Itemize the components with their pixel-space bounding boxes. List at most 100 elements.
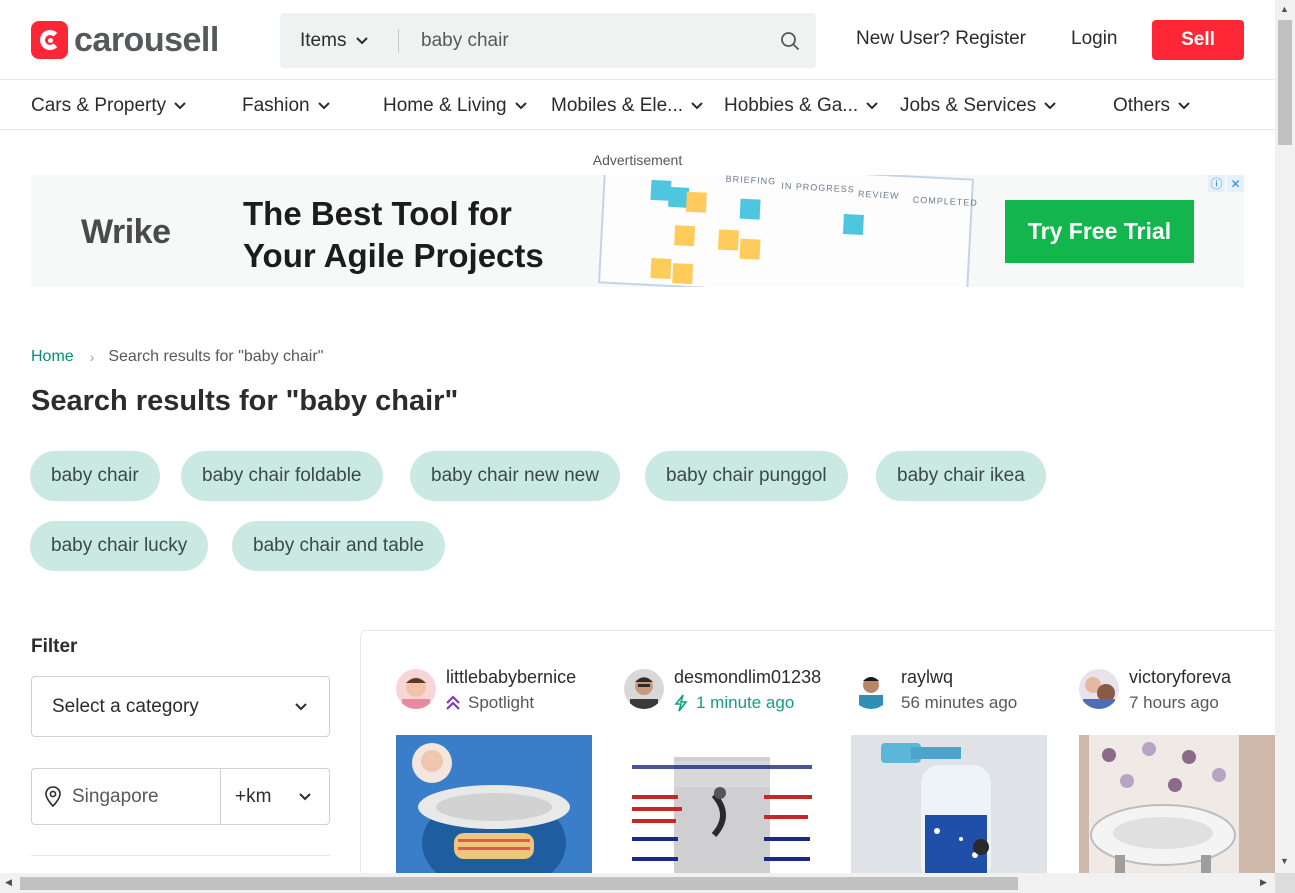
category-cars-property[interactable]: Cars & Property <box>31 95 186 117</box>
sticky-note <box>739 238 761 260</box>
scrollbar-corner <box>1275 873 1295 893</box>
category-hobbies-games[interactable]: Hobbies & Ga... <box>724 95 878 117</box>
chevron-down-icon <box>174 102 186 110</box>
search-input[interactable] <box>399 13 764 68</box>
sticky-note <box>674 225 696 247</box>
breadcrumb-current: Search results for "baby chair" <box>108 348 324 365</box>
suggestion-chip[interactable]: baby chair and table <box>232 521 446 571</box>
location-input[interactable]: Singapore <box>32 769 221 824</box>
ad-controls: ⓘ ✕ <box>1208 175 1244 192</box>
chevron-down-icon <box>691 102 703 110</box>
category-label: Mobiles & Ele... <box>551 95 683 116</box>
suggestion-chip[interactable]: baby chair lucky <box>30 521 209 571</box>
category-label: Hobbies & Ga... <box>724 95 859 116</box>
category-select-label: Select a category <box>52 695 199 717</box>
category-nav: Cars & Property Fashion Home & Living Mo… <box>0 80 1275 130</box>
scroll-up-arrow-icon[interactable]: ▲ <box>1280 4 1289 14</box>
vertical-scroll-thumb[interactable] <box>1278 20 1292 145</box>
chevron-down-icon <box>1178 102 1190 110</box>
suggestion-chip[interactable]: baby chair foldable <box>181 451 383 501</box>
horizontal-scroll-thumb[interactable] <box>20 877 1018 890</box>
seller-name: raylwq <box>901 667 954 687</box>
seller-info: littlebabybernice Spotlight <box>446 667 576 713</box>
listing-image[interactable] <box>396 735 592 883</box>
ad-headline: The Best Tool for Your Agile Projects <box>243 193 544 277</box>
listing-image[interactable] <box>1079 735 1275 883</box>
vertical-scrollbar[interactable]: ▲ ▼ <box>1275 0 1295 873</box>
advertisement-label: Advertisement <box>592 152 683 168</box>
seller-info: raylwq 56 minutes ago <box>901 667 1017 713</box>
ad-info-icon[interactable]: ⓘ <box>1208 175 1225 192</box>
login-link[interactable]: Login <box>1071 28 1118 50</box>
search-category-label: Items <box>300 29 347 51</box>
ad-brand-logo: Wrike <box>81 213 171 251</box>
board-header: BRIEFING <box>725 175 777 187</box>
suggestion-chip[interactable]: baby chair new new <box>410 451 620 501</box>
listing-meta-text: Spotlight <box>468 693 535 712</box>
ad-close-icon[interactable]: ✕ <box>1227 175 1244 192</box>
page-title: Search results for "baby chair" <box>31 385 459 417</box>
location-filter: Singapore +km <box>31 768 330 825</box>
ad-banner[interactable]: Wrike The Best Tool for Your Agile Proje… <box>31 175 1244 287</box>
ad-kanban-illustration: BRIEFING IN PROGRESS REVIEW COMPLETED <box>598 175 978 287</box>
sticky-note <box>717 229 739 251</box>
chevron-down-icon <box>299 792 311 800</box>
seller-row[interactable]: desmondlim01238 1 minute ago <box>624 667 822 713</box>
scroll-left-arrow-icon[interactable]: ◀ <box>5 877 12 888</box>
listing-image[interactable] <box>624 735 820 883</box>
suggestion-chip[interactable]: baby chair punggol <box>645 451 848 501</box>
category-home-living[interactable]: Home & Living <box>383 95 527 117</box>
chevron-down-icon <box>295 702 307 710</box>
distance-select[interactable]: +km <box>221 769 329 824</box>
listing-card[interactable]: littlebabybernice Spotlight <box>396 667 592 883</box>
category-mobiles-electronics[interactable]: Mobiles & Ele... <box>551 95 703 117</box>
seller-name: desmondlim01238 <box>674 667 822 687</box>
ad-headline-line: Your Agile Projects <box>243 237 544 274</box>
distance-value: +km <box>235 785 272 807</box>
sticky-note <box>685 191 707 213</box>
ad-try-free-trial-button[interactable]: Try Free Trial <box>1005 200 1194 263</box>
results-panel: littlebabybernice Spotlight desmondlim01… <box>360 630 1290 890</box>
suggestion-chip[interactable]: baby chair ikea <box>876 451 1046 501</box>
bolt-icon <box>674 694 688 712</box>
chevron-down-icon <box>1044 102 1056 110</box>
scroll-right-arrow-icon[interactable]: ▶ <box>1260 877 1267 888</box>
category-fashion[interactable]: Fashion <box>242 95 330 117</box>
filter-heading: Filter <box>31 636 78 657</box>
category-others[interactable]: Others <box>1113 95 1190 117</box>
sticky-note <box>650 257 672 280</box>
sticky-note <box>739 198 761 220</box>
sell-button[interactable]: Sell <box>1152 20 1244 60</box>
listing-meta: 56 minutes ago <box>901 693 1017 713</box>
breadcrumb-home-link[interactable]: Home <box>31 348 74 366</box>
suggestion-chip[interactable]: baby chair <box>30 451 160 501</box>
listing-meta: Spotlight <box>446 693 576 713</box>
listing-card[interactable]: desmondlim01238 1 minute ago <box>624 667 822 883</box>
category-jobs-services[interactable]: Jobs & Services <box>900 95 1056 117</box>
listing-card[interactable]: victoryforeva 7 hours ago <box>1079 667 1275 883</box>
carousell-logo[interactable]: carousell <box>31 21 219 59</box>
avatar <box>851 669 891 709</box>
register-link[interactable]: New User? Register <box>856 28 1026 50</box>
search-bar: Items <box>280 13 816 68</box>
category-label: Others <box>1113 95 1171 116</box>
board-header: COMPLETED <box>912 194 979 208</box>
search-icon[interactable] <box>764 13 816 68</box>
search-category-dropdown[interactable]: Items <box>280 13 398 68</box>
chevron-right-icon: › <box>89 349 95 365</box>
sticky-note <box>842 214 864 236</box>
filter-divider <box>31 855 330 856</box>
seller-name: victoryforeva <box>1129 667 1232 687</box>
top-header: carousell Items New User? Register Login… <box>0 0 1275 80</box>
listing-card[interactable]: raylwq 56 minutes ago <box>851 667 1047 883</box>
breadcrumb: Home › Search results for "baby chair" <box>31 348 323 366</box>
seller-row[interactable]: victoryforeva 7 hours ago <box>1079 667 1275 713</box>
category-select[interactable]: Select a category <box>31 676 330 737</box>
ad-headline-line: The Best Tool for <box>243 195 512 232</box>
listing-image[interactable] <box>851 735 1047 883</box>
chevron-down-icon <box>866 102 878 110</box>
seller-row[interactable]: raylwq 56 minutes ago <box>851 667 1047 713</box>
scroll-down-arrow-icon[interactable]: ▼ <box>1280 856 1289 866</box>
seller-row[interactable]: littlebabybernice Spotlight <box>396 667 592 713</box>
horizontal-scrollbar[interactable]: ◀ ▶ <box>0 873 1275 893</box>
